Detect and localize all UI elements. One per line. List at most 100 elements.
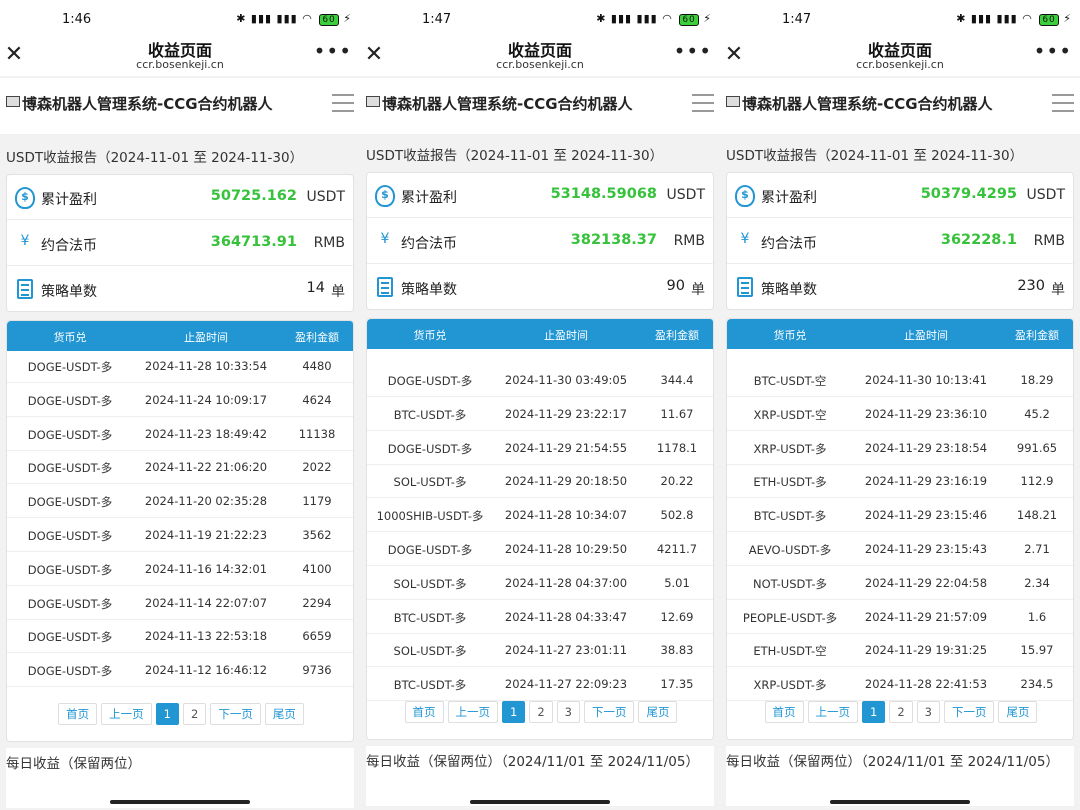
time-cell: 2024-11-29 21:54:55 — [504, 440, 628, 455]
time-cell: 2024-11-14 22:07:07 — [144, 595, 268, 610]
profit-cell: 991.65 — [1016, 440, 1058, 455]
phone-screen-3: 1:47 ✱ ▮▮▮ ▮▮▮ ◠ 60 ⚡ ✕ 收益页面 ccr.bosenkeji.c… — [720, 0, 1080, 810]
page-number-button[interactable]: 2 — [529, 701, 553, 723]
yuan-icon: ¥ — [20, 233, 30, 249]
status-bar: 1:47 ✱ ▮▮▮ ▮▮▮ ◠ 60 ⚡ — [360, 0, 720, 36]
summary-unit: USDT — [1026, 187, 1065, 203]
page-number-button[interactable]: 1 — [502, 701, 526, 723]
prev-page-button[interactable]: 上一页 — [807, 701, 858, 723]
table-header-cell: 盈利金额 — [1015, 329, 1059, 342]
time-cell: 2024-11-29 23:15:43 — [864, 542, 988, 556]
last-page-button[interactable]: 尾页 — [638, 701, 678, 723]
table-header-cell: 货币兑 — [413, 329, 447, 342]
more-options-icon[interactable]: ••• — [314, 39, 352, 63]
time-cell: 2024-11-29 23:15:46 — [864, 508, 988, 523]
app-header: 博森机器人管理系统-CCG合约机器人 — [360, 78, 720, 134]
pair-cell: XRP-USDT-空 — [753, 407, 827, 422]
yuan-icon: ¥ — [740, 231, 750, 247]
app-title: 博森机器人管理系统-CCG合约机器人 — [22, 95, 273, 113]
summary-label: 策略单数 — [761, 282, 817, 298]
first-page-button[interactable]: 首页 — [764, 701, 804, 723]
pagination: 首页 上一页 1 2 3 下一页 尾页 — [727, 701, 1073, 725]
page-number-button[interactable]: 1 — [155, 703, 179, 725]
page-number-button[interactable]: 3 — [556, 701, 580, 723]
next-page-button[interactable]: 下一页 — [943, 701, 995, 723]
next-page-button[interactable]: 下一页 — [210, 703, 261, 725]
pair-cell: BTC-USDT-多 — [393, 407, 467, 422]
pagination: 首页 上一页 1 2 下一页 尾页 — [7, 703, 353, 727]
summary-label: 累计盈利 — [761, 190, 817, 206]
table-row: DOGE-USDT-多 2024-11-20 02:35:28 1179 — [7, 484, 353, 519]
prev-page-button[interactable]: 上一页 — [101, 703, 152, 725]
profit-cell: 4480 — [302, 359, 332, 373]
table-header: 货币兑 止盈时间 盈利金额 — [727, 319, 1073, 349]
status-bar: 1:46 ✱ ▮▮▮ ▮▮▮ ◠ 60 ⚡ — [0, 0, 360, 36]
pair-cell: DOGE-USDT-多 — [27, 664, 113, 679]
first-page-button[interactable]: 首页 — [404, 701, 444, 723]
profit-cell: 11138 — [298, 426, 336, 441]
menu-icon[interactable] — [332, 94, 354, 116]
profit-cell: 9736 — [302, 663, 332, 678]
table-row: DOGE-USDT-多 2024-11-22 21:06:20 2022 — [7, 450, 353, 485]
profit-cell: 1178.1 — [656, 440, 698, 455]
summary-label: 策略单数 — [41, 284, 97, 300]
page-number-button[interactable]: 2 — [183, 703, 207, 725]
page-number-button[interactable]: 2 — [889, 701, 913, 723]
profit-cell: 4211.7 — [656, 542, 698, 556]
pair-cell: BTC-USDT-多 — [393, 678, 467, 693]
time-cell: 2024-11-30 10:13:41 — [864, 373, 988, 387]
table-row: DOGE-USDT-多 2024-11-29 21:54:55 1178.1 — [367, 431, 713, 465]
first-page-button[interactable]: 首页 — [58, 703, 98, 725]
page-number-button[interactable]: 3 — [916, 701, 940, 723]
summary-row-profit: $ 累计盈利 50725.162 USDT — [7, 175, 355, 220]
summary-value: 364713.91 — [210, 234, 297, 250]
table-header: 货币兑 止盈时间 盈利金额 — [7, 321, 353, 351]
table-row: AEVO-USDT-多 2024-11-29 23:15:43 2.71 — [727, 532, 1073, 566]
time-cell: 2024-11-16 14:32:01 — [144, 561, 268, 576]
last-page-button[interactable]: 尾页 — [998, 701, 1038, 723]
time-cell: 2024-11-29 23:16:19 — [864, 474, 988, 489]
profit-cell: 234.5 — [1020, 677, 1054, 692]
menu-icon[interactable] — [1052, 94, 1074, 116]
report-title: USDT收益报告（2024-11-01 至 2024-11-30） — [726, 148, 1024, 164]
table-row: XRP-USDT-多 2024-11-28 22:41:53 234.5 — [727, 667, 1073, 702]
table-row: DOGE-USDT-多 2024-11-19 21:22:23 3562 — [7, 518, 353, 552]
table-row: DOGE-USDT-多 2024-11-28 10:29:50 4211.7 — [367, 532, 713, 566]
app-logo-icon — [366, 96, 380, 107]
table-row: SOL-USDT-多 2024-11-29 20:18:50 20.22 — [367, 464, 713, 499]
profit-table: 货币兑 止盈时间 盈利金额 DOGE-USDT-多 2024-11-30 03:49:0… — [366, 318, 714, 740]
table-row: BTC-USDT-多 2024-11-29 23:22:17 11.67 — [367, 397, 713, 431]
table-row: DOGE-USDT-多 2024-11-16 14:32:01 4100 — [7, 552, 353, 586]
prev-page-button[interactable]: 上一页 — [447, 701, 498, 723]
time-cell: 2024-11-12 16:46:12 — [144, 663, 268, 678]
battery-icon: 60 — [319, 14, 339, 26]
last-page-button[interactable]: 尾页 — [264, 703, 304, 725]
menu-icon[interactable] — [692, 94, 714, 116]
profit-cell: 112.9 — [1020, 474, 1054, 489]
profit-cell: 502.8 — [660, 508, 694, 523]
status-time: 1:47 — [422, 12, 452, 27]
browser-url: ccr.bosenkeji.cn — [136, 58, 224, 71]
pair-cell: DOGE-USDT-多 — [387, 543, 473, 557]
page-number-button[interactable]: 1 — [862, 701, 886, 723]
more-options-icon[interactable]: ••• — [674, 39, 712, 63]
table-header-cell: 止盈时间 — [184, 331, 228, 344]
pair-cell: DOGE-USDT-多 — [27, 360, 113, 374]
summary-unit: USDT — [666, 187, 705, 203]
table-header-cell: 盈利金额 — [295, 331, 339, 344]
money-bag-icon: $ — [375, 185, 395, 207]
app-title: 博森机器人管理系统-CCG合约机器人 — [742, 95, 993, 113]
next-page-button[interactable]: 下一页 — [583, 701, 635, 723]
summary-row-orders: 策略单数 230 单 — [727, 265, 1075, 310]
phone-screen-1: 1:46 ✱ ▮▮▮ ▮▮▮ ◠ 60 ⚡ ✕ 收益页面 ccr.bosenkeji.c… — [0, 0, 360, 810]
time-cell: 2024-11-29 19:31:25 — [864, 643, 988, 658]
profit-table: 货币兑 止盈时间 盈利金额 BTC-USDT-空 2024-11-30 10:13:41… — [726, 318, 1074, 740]
app-header: 博森机器人管理系统-CCG合约机器人 — [720, 78, 1080, 134]
profit-cell: 17.35 — [660, 677, 694, 692]
status-icons: ✱ ▮▮▮ ▮▮▮ ◠ 60 ⚡ — [956, 12, 1072, 26]
summary-value: 230 — [1017, 278, 1045, 294]
more-options-icon[interactable]: ••• — [1034, 39, 1072, 63]
table-row: XRP-USDT-空 2024-11-29 23:36:10 45.2 — [727, 397, 1073, 431]
table-row: PEOPLE-USDT-多 2024-11-29 21:57:09 1.6 — [727, 600, 1073, 634]
pair-cell: XRP-USDT-多 — [753, 441, 827, 456]
